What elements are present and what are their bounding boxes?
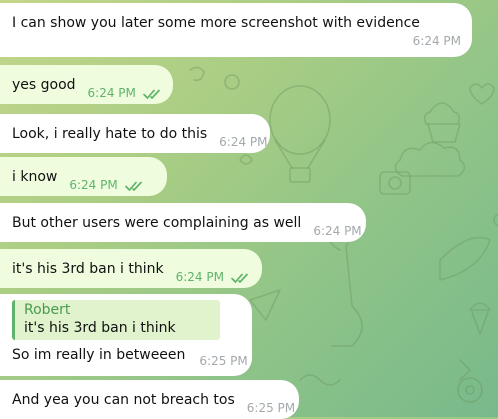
message-bubble-incoming[interactable]: And yea you can not breach tos 6:25 PM xyxy=(0,380,299,419)
message-meta: 6:24 PM xyxy=(176,270,251,288)
message-time: 6:24 PM xyxy=(412,34,461,48)
message-bubble-incoming[interactable]: But other users were complaining as well… xyxy=(0,203,366,242)
double-check-icon xyxy=(124,181,142,191)
message-meta: 6:24 PM xyxy=(88,86,163,104)
message-text: But other users were complaining as well xyxy=(12,214,302,231)
reply-quote[interactable]: Robert it's his 3rd ban i think xyxy=(12,300,220,340)
double-check-icon xyxy=(143,89,160,99)
message-list[interactable]: I can show you later some more screensho… xyxy=(0,0,498,419)
message-time: 6:24 PM xyxy=(87,86,136,100)
message-bubble-outgoing[interactable]: it's his 3rd ban i think 6:24 PM xyxy=(0,249,262,288)
message-text: Look, i really hate to do this xyxy=(12,125,208,142)
double-check-icon xyxy=(231,273,248,283)
message-time: 6:25 PM xyxy=(246,401,296,415)
message-time: 6:24 PM xyxy=(175,270,224,284)
message-time: 6:25 PM xyxy=(199,354,248,368)
reply-author: Robert xyxy=(24,302,71,318)
message-bubble-incoming[interactable]: Look, i really hate to do this 6:24 PM xyxy=(0,114,270,153)
message-text: it's his 3rd ban i think xyxy=(12,260,164,277)
message-time: 6:24 PM xyxy=(69,178,118,192)
reply-quoted-text: it's his 3rd ban i think xyxy=(24,320,176,336)
message-text: And yea you can not breach tos xyxy=(12,391,235,408)
message-text: So im really in betweeen xyxy=(12,347,186,363)
message-text: i know xyxy=(12,168,58,185)
message-text: I can show you later some more screensho… xyxy=(12,15,420,31)
message-bubble-outgoing[interactable]: i know 6:24 PM xyxy=(0,157,167,196)
message-time: 6:24 PM xyxy=(313,224,362,238)
message-text: yes good xyxy=(12,76,76,93)
message-bubble-outgoing[interactable]: yes good 6:24 PM xyxy=(0,65,173,104)
message-bubble-incoming[interactable]: I can show you later some more screensho… xyxy=(0,3,472,57)
message-time: 6:24 PM xyxy=(219,135,268,149)
message-bubble-incoming-reply[interactable]: Robert it's his 3rd ban i think So im re… xyxy=(0,294,252,376)
message-meta: 6:24 PM xyxy=(69,178,144,196)
